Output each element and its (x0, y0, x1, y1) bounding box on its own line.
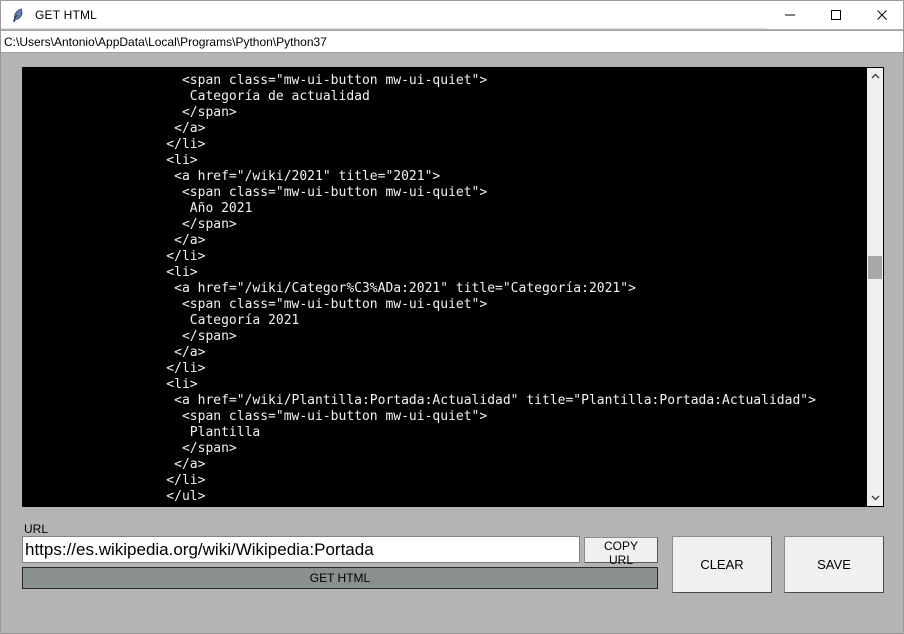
code-line: <span class="mw-ui-button mw-ui-quiet"> (135, 73, 488, 88)
code-line: Categoría de actualidad (135, 89, 370, 104)
code-line: </span> (135, 105, 237, 120)
clear-button[interactable]: CLEAR (672, 536, 772, 593)
code-line: <a href="/wiki/Categor%C3%ADa:2021" titl… (135, 281, 636, 296)
window-controls (767, 1, 903, 29)
code-line: </li> (135, 473, 206, 488)
code-line: <li> (135, 153, 198, 168)
code-line: Año 2021 (135, 201, 253, 216)
maximize-button[interactable] (813, 1, 859, 29)
save-button[interactable]: SAVE (784, 536, 884, 593)
code-line: <li> (135, 265, 198, 280)
code-line: Categoría 2021 (135, 313, 300, 328)
code-line: <span class="mw-ui-button mw-ui-quiet"> (135, 409, 488, 424)
code-line: </span> (135, 217, 237, 232)
code-line: </a> (135, 121, 206, 136)
code-line: <span class="mw-ui-button mw-ui-quiet"> (135, 185, 488, 200)
minimize-button[interactable] (767, 1, 813, 29)
code-line: <a href="/wiki/2021" title="2021"> (135, 169, 441, 184)
code-line: </li> (135, 249, 206, 264)
get-html-button[interactable]: GET HTML (22, 567, 658, 589)
application-window: GET HTML C:\Users\Antonio\AppData\Local\… (0, 0, 904, 634)
code-line: </a> (135, 233, 206, 248)
code-line: </a> (135, 345, 206, 360)
path-text: C:\Users\Antonio\AppData\Local\Programs\… (4, 34, 327, 49)
close-button[interactable] (859, 1, 903, 29)
url-input[interactable] (22, 536, 580, 563)
scrollbar-thumb[interactable] (868, 256, 882, 280)
title-bar: GET HTML (1, 1, 903, 29)
code-text: <span class="mw-ui-button mw-ui-quiet"> … (23, 68, 868, 505)
code-line: <a href="/wiki/Plantilla:Portada:Actuali… (135, 393, 816, 408)
code-line: </span> (135, 329, 237, 344)
path-bar[interactable]: C:\Users\Antonio\AppData\Local\Programs\… (1, 30, 903, 53)
code-line: </span> (135, 441, 237, 456)
code-line: <li> (135, 377, 198, 392)
window-title: GET HTML (35, 7, 98, 22)
url-label: URL (24, 522, 49, 536)
code-line: <span class="mw-ui-button mw-ui-quiet"> (135, 297, 488, 312)
code-line: </li> (135, 137, 206, 152)
feather-icon (10, 7, 26, 23)
code-line: </ul> (135, 489, 206, 504)
chevron-up-icon[interactable] (867, 68, 883, 85)
vertical-scrollbar[interactable] (867, 68, 883, 506)
code-line: </a> (135, 457, 206, 472)
copy-url-button[interactable]: COPY URL (584, 537, 658, 567)
chevron-down-icon[interactable] (867, 489, 883, 506)
code-scroll-pane[interactable]: <span class="mw-ui-button mw-ui-quiet"> … (23, 68, 868, 506)
html-output-area[interactable]: <span class="mw-ui-button mw-ui-quiet"> … (22, 67, 884, 507)
code-line: Plantilla (135, 425, 261, 440)
code-line: </li> (135, 361, 206, 376)
